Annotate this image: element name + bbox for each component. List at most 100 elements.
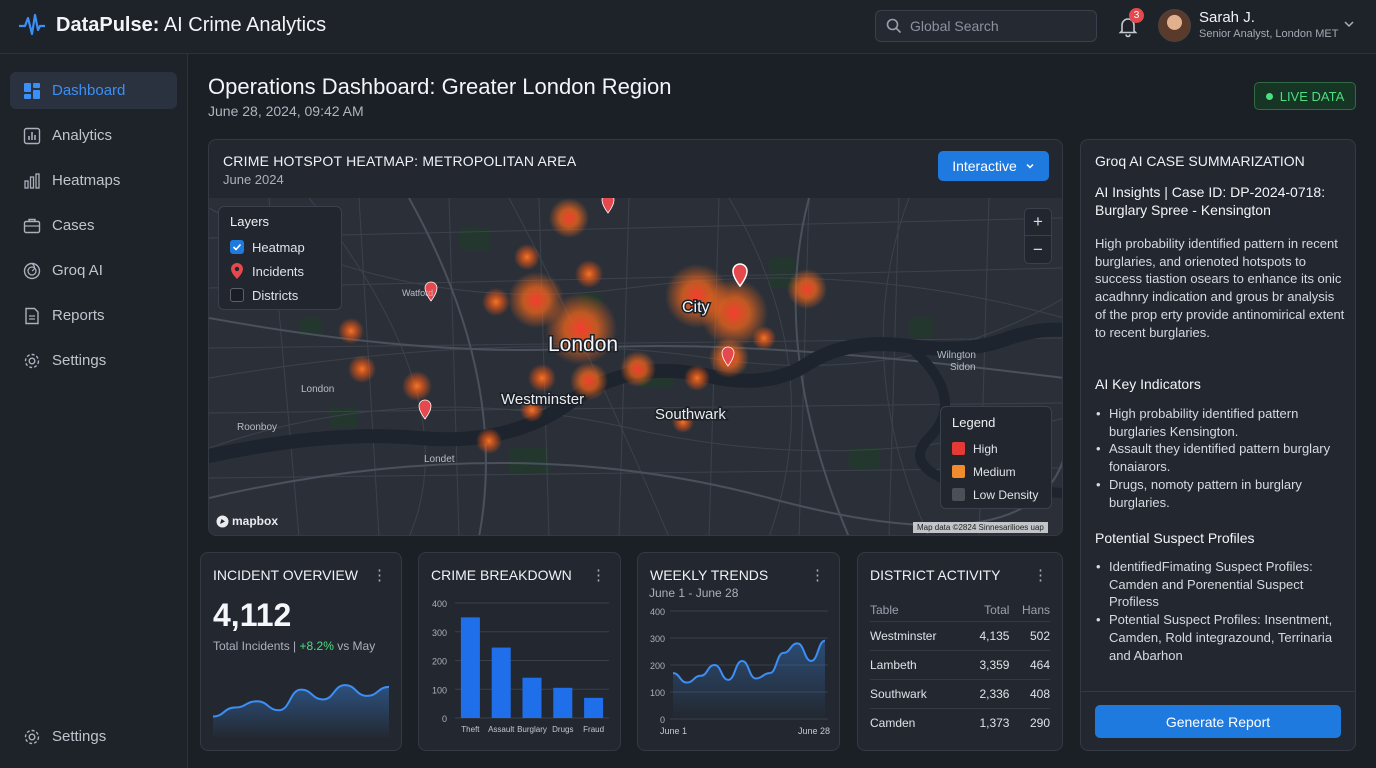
table-cell: 2,336 xyxy=(966,678,1010,708)
app-title: DataPulse: AI Crime Analytics xyxy=(56,13,327,36)
avatar[interactable] xyxy=(1158,9,1191,42)
live-data-label: LIVE DATA xyxy=(1279,88,1345,104)
heatmap-checkbox[interactable] xyxy=(230,240,244,254)
legend-label: High xyxy=(973,441,998,456)
heatmaps-icon xyxy=(23,172,41,190)
incident-label: Total Incidents | xyxy=(213,639,300,653)
card-title: WEEKLY TRENDS xyxy=(650,567,769,583)
mapbox-icon xyxy=(216,515,229,527)
table-cell: 502 xyxy=(1009,620,1050,650)
brand[interactable]: DataPulse: AI Crime Analytics xyxy=(18,12,326,38)
x-tick-label: Fraud xyxy=(583,725,604,734)
bar[interactable] xyxy=(584,697,604,718)
bar[interactable] xyxy=(522,677,542,718)
zoom-out-icon[interactable]: − xyxy=(1025,236,1051,263)
column-header[interactable]: Total xyxy=(966,599,1009,621)
layer-incidents[interactable]: Incidents xyxy=(230,259,330,283)
sidebar-item-dashboard[interactable]: Dashboard xyxy=(10,72,177,109)
sidebar: Dashboard Analytics Heatmaps Cases Groq … xyxy=(0,54,188,768)
table-row[interactable]: Lambeth 3,359 464 xyxy=(870,649,1050,679)
more-options-icon[interactable]: ⋮ xyxy=(591,566,606,584)
bar[interactable] xyxy=(553,687,573,718)
x-tick-label: Theft xyxy=(461,725,480,734)
ai-summary-text: High probability identified pattern in r… xyxy=(1095,236,1345,340)
bar[interactable] xyxy=(491,647,511,718)
page-date: June 28, 2024, 09:42 AM xyxy=(208,103,364,119)
global-search[interactable] xyxy=(875,10,1097,42)
x-tick-label: June 28 xyxy=(798,726,830,736)
column-header[interactable]: Hans xyxy=(1009,599,1050,621)
table-cell: 4,135 xyxy=(966,620,1010,650)
legend-label: Medium xyxy=(973,464,1016,479)
sidebar-item-reports[interactable]: Reports xyxy=(10,297,177,334)
interactive-dropdown[interactable]: Interactive xyxy=(938,151,1049,181)
user-name: Sarah J. xyxy=(1199,9,1255,26)
x-tick-label: June 1 xyxy=(660,726,687,736)
table-row[interactable]: Southwark 2,336 408 xyxy=(870,678,1050,708)
x-tick-label: Drugs xyxy=(552,725,573,734)
chevron-down-icon xyxy=(1026,163,1034,169)
table-row[interactable]: Camden 1,373 290 xyxy=(870,707,1050,737)
legend-title: Legend xyxy=(952,415,996,430)
x-tick-label: Burglary xyxy=(517,725,547,734)
legend-low: Low Density xyxy=(952,483,1040,506)
layers-title: Layers xyxy=(230,214,270,229)
legend-panel: Legend High Medium Low Density xyxy=(940,406,1052,509)
card-title: CRIME BREAKDOWN xyxy=(431,567,572,583)
layer-districts[interactable]: Districts xyxy=(230,283,330,307)
map-pin-icon xyxy=(231,263,243,279)
map-canvas[interactable]: London City Westminster Southwark Wilngt… xyxy=(209,193,1062,535)
table-cell: Southwark xyxy=(870,678,967,708)
table-cell: Westminster xyxy=(870,620,967,650)
analytics-icon xyxy=(23,127,41,145)
label-watford: Watford xyxy=(402,288,433,298)
generate-report-button[interactable]: Generate Report xyxy=(1095,705,1341,738)
list-item: High probability identified pattern burg… xyxy=(1095,405,1349,440)
label-london-small: London xyxy=(301,384,334,395)
y-tick-label: 0 xyxy=(660,715,665,725)
zoom-controls: + − xyxy=(1024,208,1052,264)
interactive-label: Interactive xyxy=(952,158,1017,174)
districts-checkbox[interactable] xyxy=(230,288,244,302)
label-londet: Londet xyxy=(424,454,455,465)
settings-icon xyxy=(23,352,41,370)
search-icon xyxy=(886,18,902,34)
list-item: IdentifiedFimating Suspect Profiles: Cam… xyxy=(1095,558,1349,611)
label-southwark: Southwark xyxy=(655,406,726,423)
y-tick-label: 300 xyxy=(650,634,665,644)
more-options-icon[interactable]: ⋮ xyxy=(810,566,825,584)
map-attribution[interactable]: Map data ©2824 Sinnesarilioes uap xyxy=(913,522,1048,533)
ai-summary-panel: Groq AI CASE SUMMARIZATION AI Insights |… xyxy=(1080,139,1356,751)
district-table: Table Total Hans Westminster 4,135 502 Lam… xyxy=(870,599,1050,737)
label-london: London xyxy=(548,333,618,356)
legend-high: High xyxy=(952,437,1040,460)
sidebar-item-cases[interactable]: Cases xyxy=(10,207,177,244)
sidebar-item-analytics[interactable]: Analytics xyxy=(10,117,177,154)
incident-subtext: Total Incidents | +8.2% vs May xyxy=(213,639,375,653)
table-cell: Camden xyxy=(870,707,967,737)
more-options-icon[interactable]: ⋮ xyxy=(1033,566,1048,584)
live-data-badge: LIVE DATA xyxy=(1254,82,1356,110)
search-input[interactable] xyxy=(910,18,1080,34)
column-header[interactable]: Table xyxy=(870,599,966,621)
ai-indicators-list: High probability identified pattern burg… xyxy=(1095,405,1349,511)
table-row[interactable]: Westminster 4,135 502 xyxy=(870,620,1050,650)
layer-heatmap[interactable]: Heatmap xyxy=(230,235,330,259)
chevron-down-icon[interactable] xyxy=(1343,18,1355,30)
label-westminster: Westminster xyxy=(501,391,584,408)
mapbox-logo[interactable]: mapbox xyxy=(216,514,278,528)
zoom-in-icon[interactable]: + xyxy=(1025,209,1051,236)
table-cell: 3,359 xyxy=(966,649,1010,679)
legend-label: Low Density xyxy=(973,487,1039,502)
y-tick-label: 0 xyxy=(442,714,447,724)
sidebar-footer-settings[interactable]: Settings xyxy=(10,718,177,755)
more-options-icon[interactable]: ⋮ xyxy=(372,566,387,584)
layer-label: Incidents xyxy=(252,263,305,279)
sidebar-item-settings[interactable]: Settings xyxy=(10,342,177,379)
sidebar-item-heatmaps[interactable]: Heatmaps xyxy=(10,162,177,199)
label-sidon: Sidon xyxy=(950,362,976,373)
bar[interactable] xyxy=(460,617,480,718)
mapbox-label: mapbox xyxy=(232,514,279,528)
sidebar-item-groq-ai[interactable]: Groq AI xyxy=(10,252,177,289)
y-tick-label: 100 xyxy=(650,688,665,698)
